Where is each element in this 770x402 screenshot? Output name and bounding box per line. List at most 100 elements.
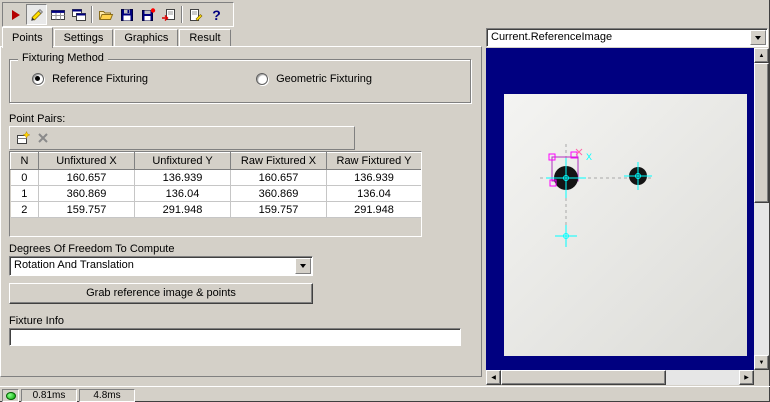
pencil-icon	[29, 7, 45, 23]
grid-cell[interactable]: 360.869	[39, 186, 135, 202]
column-header-raw-fixtured-x[interactable]: Raw Fixtured X	[231, 153, 327, 170]
point-pairs-toolbar	[9, 126, 355, 150]
radio-dot	[35, 76, 40, 81]
vertical-scroll-thumb[interactable]	[754, 63, 769, 203]
reference-image-overlay: X	[504, 94, 747, 356]
tab-strip: Points Settings Graphics Result	[2, 27, 232, 47]
grid-cell[interactable]: 159.757	[39, 202, 135, 218]
dropdown-button[interactable]	[750, 30, 766, 45]
geometric-fixturing-label: Geometric Fixturing	[276, 73, 372, 85]
fixture-info-label: Fixture Info	[9, 315, 64, 327]
grid-cell[interactable]: 136.939	[135, 170, 231, 186]
fixture-point-1-marker[interactable]	[624, 162, 652, 190]
fixture-info-input[interactable]	[9, 328, 461, 346]
dof-value: Rotation And Translation	[14, 259, 294, 271]
grid-cell[interactable]: 159.757	[231, 202, 327, 218]
grid-cell[interactable]: 1	[11, 186, 39, 202]
column-header-unfixtured-y[interactable]: Unfixtured Y	[135, 153, 231, 170]
point-pairs-grid: N Unfixtured X Unfixtured Y Raw Fixtured…	[9, 151, 422, 237]
arrow-right-icon: ▶	[744, 375, 749, 381]
reference-fixturing-label: Reference Fixturing	[52, 73, 148, 85]
save-icon	[119, 7, 135, 23]
dropdown-button[interactable]	[295, 258, 311, 274]
toolbar-separator	[181, 6, 183, 23]
reference-fixturing-option[interactable]: Reference Fixturing	[32, 73, 148, 85]
scrollbar-corner	[754, 370, 769, 385]
image-selector-dropdown[interactable]: Current.ReferenceImage	[486, 28, 768, 47]
help-icon: ?	[212, 8, 221, 22]
edit-mode-button[interactable]	[26, 4, 47, 25]
dof-dropdown[interactable]: Rotation And Translation	[9, 256, 313, 276]
status-time-1: 0.81ms	[21, 389, 77, 402]
play-icon	[8, 7, 24, 23]
help-button[interactable]: ?	[206, 4, 227, 25]
fixturing-method-group: Fixturing Method Reference Fixturing Geo…	[9, 59, 471, 103]
delete-point-pair-icon	[36, 131, 50, 145]
arrow-up-icon: ▲	[759, 53, 765, 59]
grid-cell[interactable]: 291.948	[327, 202, 422, 218]
grab-reference-button[interactable]: Grab reference image & points	[9, 283, 313, 304]
page-edit-icon	[188, 7, 204, 23]
point-pairs-label: Point Pairs:	[9, 113, 65, 125]
load-icon	[161, 7, 177, 23]
grid-cell[interactable]: 160.657	[39, 170, 135, 186]
grid-cell[interactable]: 291.948	[135, 202, 231, 218]
grid-cell[interactable]: 360.869	[231, 186, 327, 202]
grid-cell[interactable]: 2	[11, 202, 39, 218]
dof-label: Degrees Of Freedom To Compute	[9, 243, 174, 255]
grid-cell[interactable]: 136.939	[327, 170, 422, 186]
table-row: 1 360.869 136.04 360.869 136.04	[11, 186, 422, 202]
delete-point-pair-button[interactable]	[33, 128, 53, 148]
axis-x-label: X	[586, 152, 592, 162]
scroll-up-button[interactable]: ▲	[754, 48, 769, 63]
grid-cell[interactable]: 160.657	[231, 170, 327, 186]
save-image-icon	[140, 7, 156, 23]
geometric-fixturing-option[interactable]: Geometric Fixturing	[256, 73, 372, 85]
radio-selected-icon[interactable]	[32, 73, 44, 85]
grid-cell[interactable]: 0	[11, 170, 39, 186]
image-display-frame: X ▲ ▼ ◀ ▶	[486, 48, 769, 385]
windows-button[interactable]	[68, 4, 89, 25]
header-row: N Unfixtured X Unfixtured Y Raw Fixtured…	[11, 153, 422, 170]
column-header-n[interactable]: N	[11, 153, 39, 170]
arrow-down-icon: ▼	[759, 360, 765, 366]
table-row: 2 159.757 291.948 159.757 291.948	[11, 202, 422, 218]
tab-settings[interactable]: Settings	[54, 29, 114, 47]
vertical-scrollbar[interactable]: ▲ ▼	[754, 48, 769, 370]
horizontal-scrollbar[interactable]: ◀ ▶	[486, 370, 754, 385]
new-point-pair-icon	[16, 131, 31, 146]
points-tab-panel: Fixturing Method Reference Fixturing Geo…	[0, 46, 482, 377]
datagrid-icon	[50, 7, 66, 23]
open-folder-icon	[98, 7, 114, 23]
status-bar: 0.81ms 4.8ms	[0, 386, 770, 402]
grid-cell[interactable]: 136.04	[327, 186, 422, 202]
scroll-down-button[interactable]: ▼	[754, 355, 769, 370]
fixture-tool-window: { "toolbar": { "icons": ["play-icon","pe…	[0, 0, 770, 402]
open-button[interactable]	[95, 4, 116, 25]
status-time-2: 4.8ms	[79, 389, 135, 402]
datagrid-button[interactable]	[47, 4, 68, 25]
load-button[interactable]	[158, 4, 179, 25]
toolbar-separator	[91, 6, 93, 23]
save-button[interactable]	[116, 4, 137, 25]
radio-unselected-icon[interactable]	[256, 73, 268, 85]
column-header-unfixtured-x[interactable]: Unfixtured X	[39, 153, 135, 170]
save-image-button[interactable]	[137, 4, 158, 25]
scroll-right-button[interactable]: ▶	[739, 370, 754, 385]
horizontal-scroll-thumb[interactable]	[501, 370, 666, 385]
table-row: 0 160.657 136.939 160.657 136.939	[11, 170, 422, 186]
image-display-area[interactable]: X	[486, 48, 754, 370]
new-point-pair-button[interactable]	[13, 128, 33, 148]
scroll-left-button[interactable]: ◀	[486, 370, 501, 385]
fixturing-method-legend: Fixturing Method	[18, 52, 108, 64]
run-button[interactable]	[5, 4, 26, 25]
fixture-point-2-marker[interactable]	[555, 225, 577, 247]
arrow-left-icon: ◀	[491, 375, 496, 381]
tab-graphics[interactable]: Graphics	[114, 29, 178, 47]
tab-points[interactable]: Points	[2, 27, 53, 48]
column-header-raw-fixtured-y[interactable]: Raw Fixtured Y	[327, 153, 422, 170]
reference-image[interactable]: X	[504, 94, 747, 356]
tab-result[interactable]: Result	[179, 29, 230, 47]
grid-cell[interactable]: 136.04	[135, 186, 231, 202]
edit-page-button[interactable]	[185, 4, 206, 25]
